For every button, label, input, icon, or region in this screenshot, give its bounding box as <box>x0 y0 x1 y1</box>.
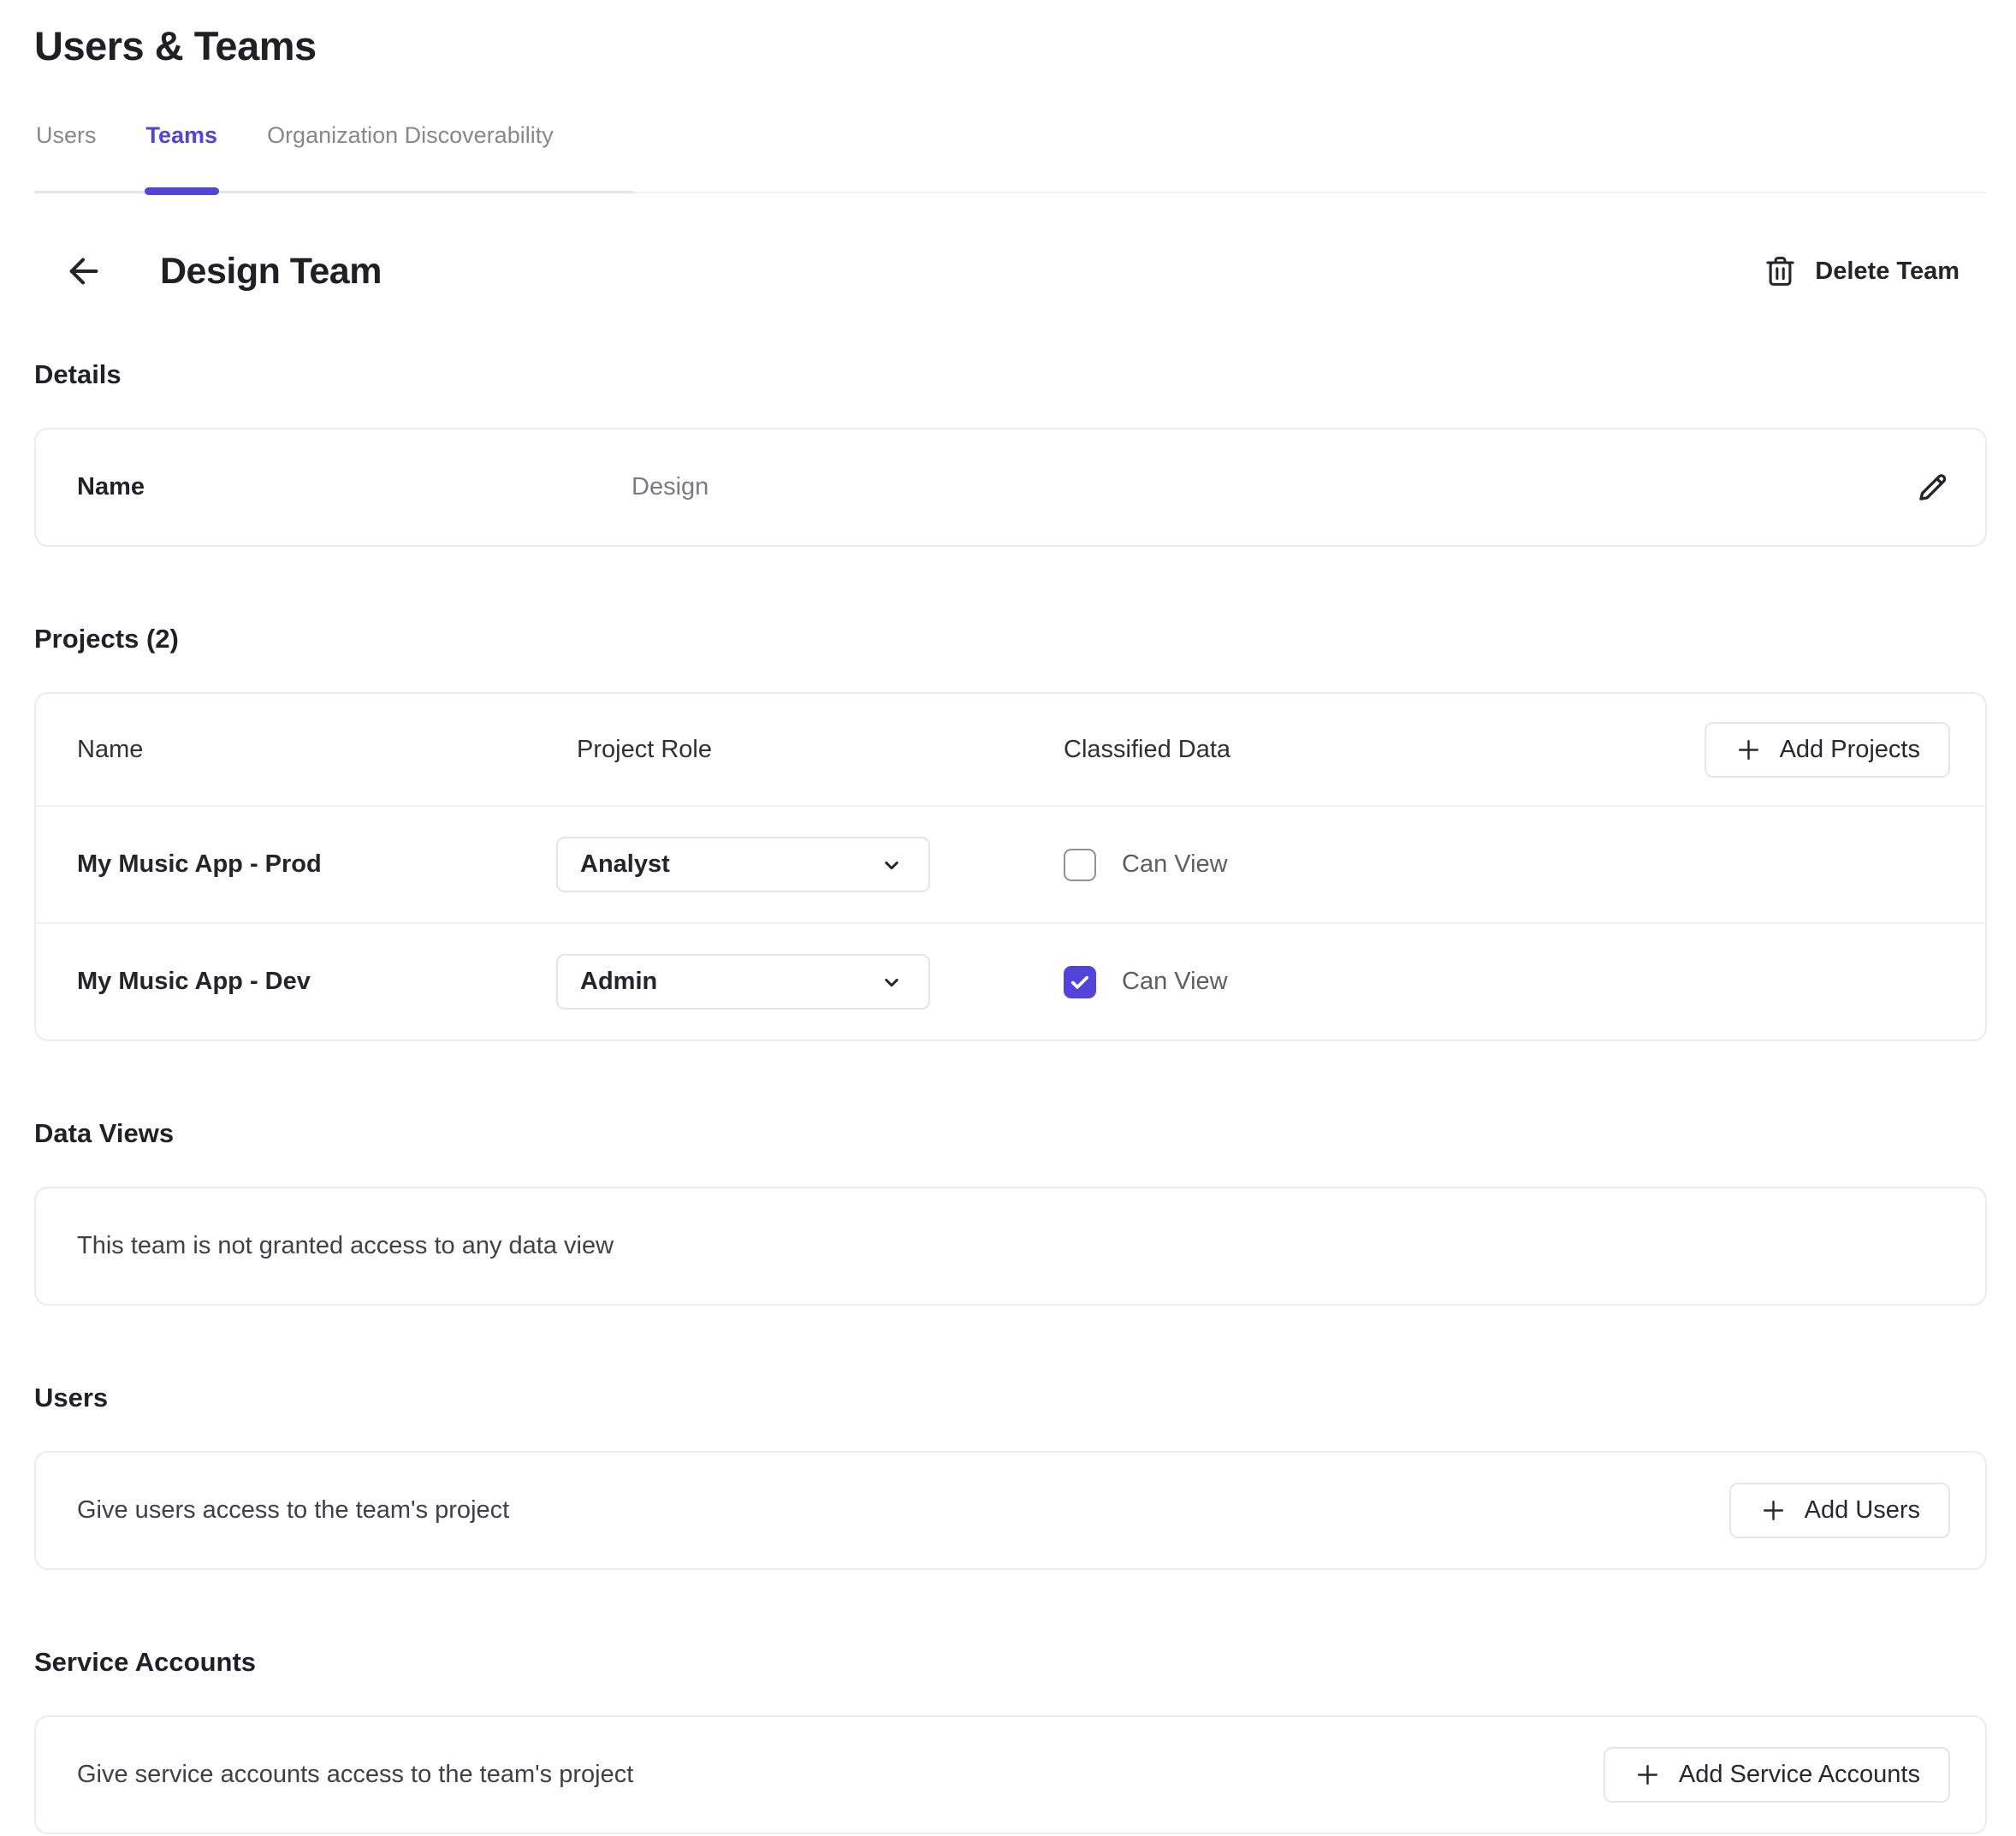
users-empty-text: Give users access to the team's project <box>77 1496 509 1525</box>
details-card: Name Design <box>34 428 1987 547</box>
project-name: My Music App - Dev <box>77 968 556 996</box>
name-label: Name <box>77 473 631 501</box>
checkmark-icon <box>1068 970 1092 994</box>
arrow-left-icon <box>64 252 104 291</box>
can-view-label: Can View <box>1122 850 1228 879</box>
add-service-accounts-button[interactable]: Add Service Accounts <box>1604 1747 1950 1803</box>
page-title: Users & Teams <box>34 22 1987 69</box>
can-view-label: Can View <box>1122 968 1228 996</box>
service-accounts-heading: Service Accounts <box>34 1647 1987 1678</box>
can-view-checkbox[interactable] <box>1064 966 1096 998</box>
project-role-cell: Admin <box>556 954 1064 1010</box>
project-name: My Music App - Prod <box>77 850 556 879</box>
plus-icon <box>1634 1761 1662 1789</box>
plus-icon <box>1734 736 1763 764</box>
service-accounts-card: Give service accounts access to the team… <box>34 1715 1987 1834</box>
team-header: Design Team Delete Team <box>34 250 1987 293</box>
add-projects-label: Add Projects <box>1780 736 1920 764</box>
data-views-empty-text: This team is not granted access to any d… <box>77 1232 614 1260</box>
column-header-classified-data: Classified Data <box>1064 736 1705 764</box>
add-users-button[interactable]: Add Users <box>1729 1483 1950 1538</box>
project-role-value: Admin <box>580 968 657 996</box>
projects-table-header: Name Project Role Classified Data Add Pr… <box>36 694 1985 805</box>
data-views-heading: Data Views <box>34 1118 1987 1149</box>
service-accounts-empty-text: Give service accounts access to the team… <box>77 1761 633 1789</box>
tab-organization-discoverability[interactable]: Organization Discoverability <box>265 122 555 193</box>
edit-name-button[interactable] <box>1914 470 1950 506</box>
chevron-down-icon <box>879 969 904 995</box>
table-row: My Music App - Prod Analyst Can View <box>36 805 1985 922</box>
trash-icon <box>1764 254 1796 288</box>
table-row: My Music App - Dev Admin Can View <box>36 922 1985 1039</box>
back-button[interactable] <box>62 250 105 293</box>
users-heading: Users <box>34 1383 1987 1413</box>
tab-users[interactable]: Users <box>34 122 98 193</box>
tab-teams[interactable]: Teams <box>145 122 220 193</box>
projects-heading: Projects (2) <box>34 624 1987 654</box>
name-value: Design <box>631 473 709 501</box>
data-views-card: This team is not granted access to any d… <box>34 1187 1987 1306</box>
delete-team-label: Delete Team <box>1815 258 1960 286</box>
classified-data-cell: Can View <box>1064 849 1950 881</box>
details-heading: Details <box>34 359 1987 390</box>
pencil-icon <box>1914 470 1950 506</box>
delete-team-button[interactable]: Delete Team <box>1759 253 1965 289</box>
add-users-label: Add Users <box>1805 1496 1920 1525</box>
project-role-value: Analyst <box>580 850 670 879</box>
classified-data-cell: Can View <box>1064 966 1950 998</box>
column-header-name: Name <box>77 736 556 764</box>
projects-table: Name Project Role Classified Data Add Pr… <box>34 692 1987 1041</box>
plus-icon <box>1759 1496 1788 1525</box>
team-title: Design Team <box>160 251 382 293</box>
page: Users & Teams Users Teams Organization D… <box>0 22 2016 1834</box>
users-card: Give users access to the team's project … <box>34 1451 1987 1570</box>
column-header-project-role: Project Role <box>556 736 1064 764</box>
project-role-select[interactable]: Admin <box>556 954 930 1010</box>
add-projects-button[interactable]: Add Projects <box>1705 722 1950 778</box>
chevron-down-icon <box>879 852 904 878</box>
can-view-checkbox[interactable] <box>1064 849 1096 881</box>
tab-bar: Users Teams Organization Discoverability <box>34 122 1987 193</box>
add-service-accounts-label: Add Service Accounts <box>1679 1761 1920 1789</box>
project-role-cell: Analyst <box>556 837 1064 892</box>
project-role-select[interactable]: Analyst <box>556 837 930 892</box>
